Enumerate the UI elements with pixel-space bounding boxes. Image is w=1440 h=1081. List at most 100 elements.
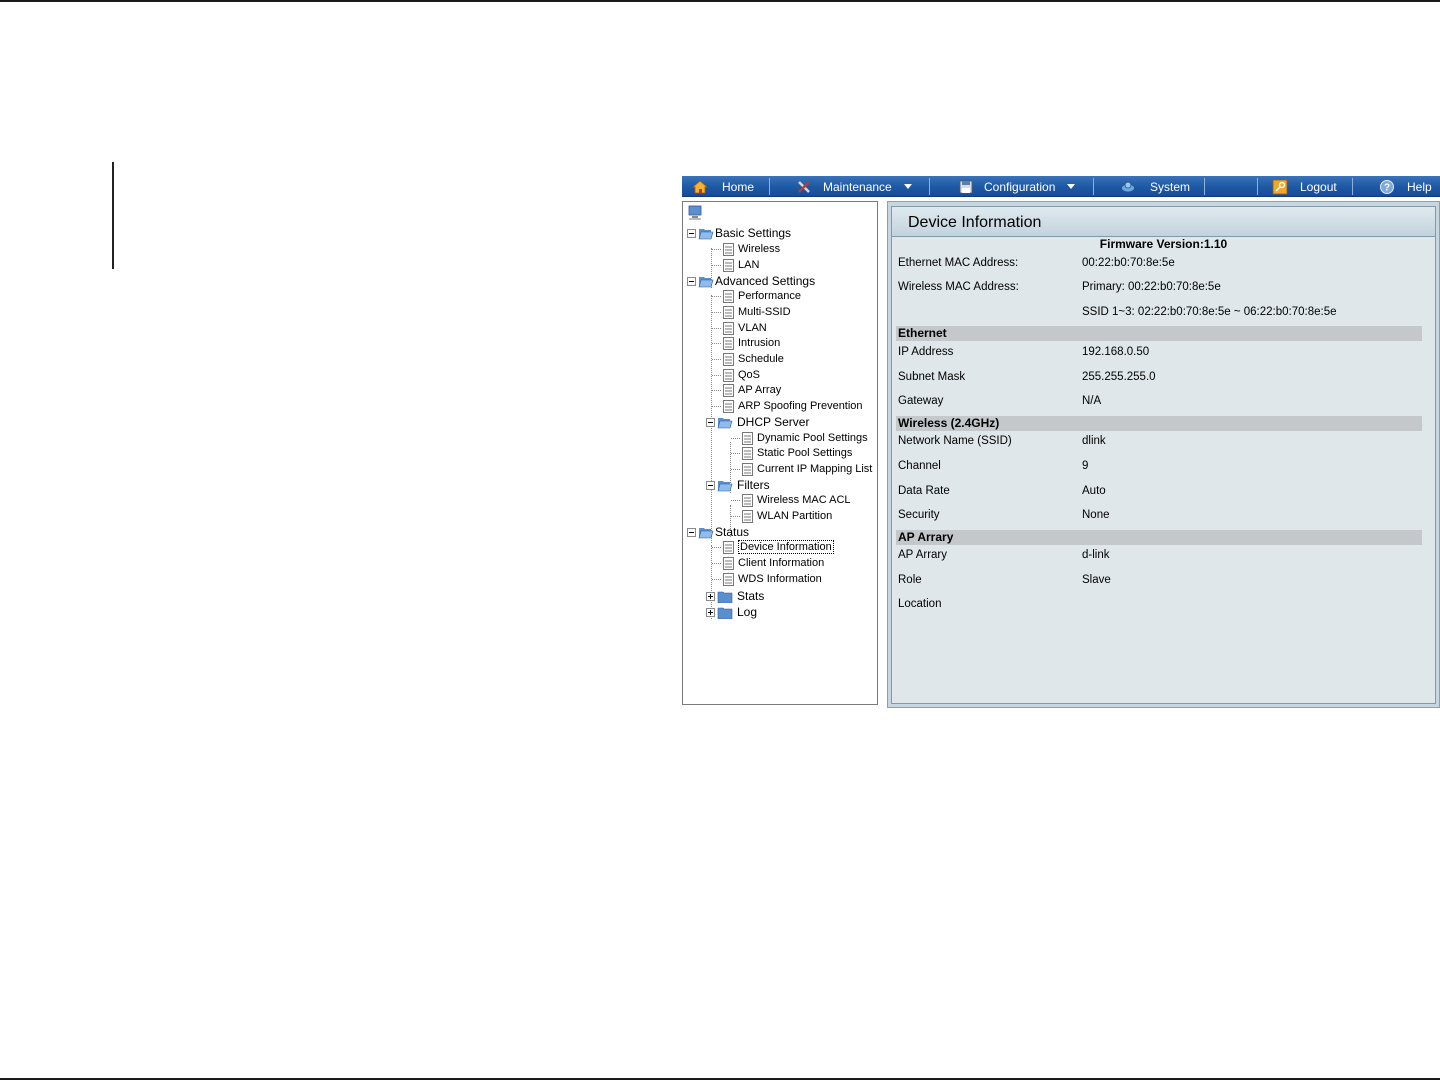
tree-connector <box>712 295 721 297</box>
ap-web-ui-screenshot: Home Maintenance Configuration System Lo… <box>682 176 1440 708</box>
row-label: Role <box>898 574 922 586</box>
help-icon: ? <box>1380 179 1394 194</box>
tree-node-dhcp-server[interactable]: DHCP Server <box>706 414 809 430</box>
section-ethernet: Ethernet <box>896 326 1422 341</box>
expand-icon[interactable] <box>706 591 715 601</box>
tree-connector <box>712 264 721 266</box>
panel-header: Device Information <box>892 207 1435 237</box>
menu-maintenance[interactable]: Maintenance <box>796 176 912 197</box>
row-label: Location <box>898 598 942 610</box>
tree-item-vlan[interactable]: VLAN <box>712 320 767 336</box>
tree-node-basic-settings[interactable]: Basic Settings <box>687 225 791 241</box>
document-icon <box>723 352 734 366</box>
row-value: 255.255.255.0 <box>1082 371 1156 383</box>
row-label: Subnet Mask <box>898 371 966 383</box>
menu-divider <box>1352 178 1353 195</box>
row-value: 192.168.0.50 <box>1082 346 1150 358</box>
tree-item-multi-ssid[interactable]: Multi-SSID <box>712 304 791 320</box>
tree-item-performance[interactable]: Performance <box>712 288 801 304</box>
document-icon <box>723 305 734 319</box>
tree-item-device-information[interactable]: Device Information <box>712 539 834 555</box>
channel-row: Channel 9 <box>898 460 1428 476</box>
role-row: Role Slave <box>898 574 1428 590</box>
tree-item-schedule[interactable]: Schedule <box>712 351 784 367</box>
tree-label: WDS Information <box>738 573 822 585</box>
tree-label: VLAN <box>738 322 767 334</box>
tree-label-selected: Device Information <box>738 540 834 554</box>
row-value: Auto <box>1082 485 1106 497</box>
menu-home[interactable]: Home <box>692 176 754 197</box>
panel-title: Device Information <box>908 214 1042 231</box>
tree-node-filters[interactable]: Filters <box>706 477 770 493</box>
folder-open-icon <box>698 527 714 538</box>
menu-maintenance-label: Maintenance <box>823 179 892 194</box>
tree-label: Stats <box>737 589 765 603</box>
collapse-icon[interactable] <box>706 417 715 427</box>
tree-connector <box>712 248 721 250</box>
menu-configuration[interactable]: Configuration <box>958 176 1076 197</box>
row-value: N/A <box>1082 395 1102 407</box>
tree-label: Schedule <box>738 353 784 365</box>
expand-icon[interactable] <box>706 607 715 617</box>
page-bottom-rule <box>0 1078 1440 1080</box>
tree-label: Performance <box>738 290 801 302</box>
collapse-icon[interactable] <box>687 276 696 286</box>
tree-connector <box>712 578 721 580</box>
row-label: IP Address <box>898 346 954 358</box>
tree-item-arp-spoofing[interactable]: ARP Spoofing Prevention <box>712 398 863 414</box>
tree-item-static-pool[interactable]: Static Pool Settings <box>731 445 852 461</box>
tree-connector <box>712 389 721 391</box>
document-icon <box>723 242 734 256</box>
tree-label: Wireless <box>738 243 781 255</box>
menu-system[interactable]: System <box>1120 176 1190 197</box>
section-ap-array: AP Arrary <box>896 530 1422 545</box>
ip-address-row: IP Address 192.168.0.50 <box>898 346 1428 362</box>
menu-configuration-label: Configuration <box>984 179 1056 194</box>
home-icon <box>692 179 708 193</box>
tree-item-lan[interactable]: LAN <box>712 257 759 273</box>
tree-connector <box>712 311 721 313</box>
tree-item-wireless[interactable]: Wireless <box>712 241 780 257</box>
menu-logout[interactable]: Logout <box>1272 176 1337 197</box>
document-icon <box>742 431 753 445</box>
tree-item-wlan-partition[interactable]: WLAN Partition <box>731 508 832 524</box>
tree-node-advanced-settings[interactable]: Advanced Settings <box>687 273 815 289</box>
tree-item-wireless-mac-acl[interactable]: Wireless MAC ACL <box>731 492 851 508</box>
row-label: AP Arrary <box>898 549 947 561</box>
tree-item-ap-array[interactable]: AP Array <box>712 382 781 398</box>
tree-label: QoS <box>738 369 761 381</box>
tree-connector <box>712 374 721 376</box>
location-row: Location <box>898 598 1428 614</box>
tree-label: Static Pool Settings <box>757 447 853 459</box>
row-label: Data Rate <box>898 485 950 497</box>
collapse-icon[interactable] <box>706 480 715 490</box>
tree-item-wds-information[interactable]: WDS Information <box>712 571 822 587</box>
tree-label: Advanced Settings <box>715 274 816 288</box>
tree-item-intrusion[interactable]: Intrusion <box>712 335 780 351</box>
tree-connector <box>731 437 740 439</box>
tree-item-ip-mapping[interactable]: Current IP Mapping List <box>731 461 872 477</box>
subnet-mask-row: Subnet Mask 255.255.255.0 <box>898 371 1428 387</box>
tree-node-status[interactable]: Status <box>687 524 749 540</box>
row-value: Slave <box>1082 574 1111 586</box>
row-value: None <box>1082 509 1110 521</box>
svg-text:?: ? <box>1384 182 1390 193</box>
tree-item-qos[interactable]: QoS <box>712 367 760 383</box>
folder-open-icon <box>717 417 733 428</box>
document-icon <box>723 540 734 554</box>
firmware-version: Firmware Version:1.10 <box>1099 237 1228 251</box>
tree-item-client-information[interactable]: Client Information <box>712 555 824 571</box>
document-icon <box>723 556 734 570</box>
tree-label: Filters <box>737 478 770 492</box>
menu-help[interactable]: ? Help <box>1379 176 1432 197</box>
document-icon <box>723 572 734 586</box>
tree-node-log[interactable]: Log <box>706 604 757 620</box>
tree-item-dynamic-pool[interactable]: Dynamic Pool Settings <box>731 430 868 446</box>
wireless-mac-row: Wireless MAC Address: Primary: 00:22:b0:… <box>898 281 1428 297</box>
collapse-icon[interactable] <box>687 228 696 238</box>
tree-label: WLAN Partition <box>757 510 833 522</box>
ap-array-row: AP Arrary d-link <box>898 549 1428 565</box>
collapse-icon[interactable] <box>687 527 696 537</box>
document-icon <box>723 321 734 335</box>
tree-node-stats[interactable]: Stats <box>706 588 764 604</box>
